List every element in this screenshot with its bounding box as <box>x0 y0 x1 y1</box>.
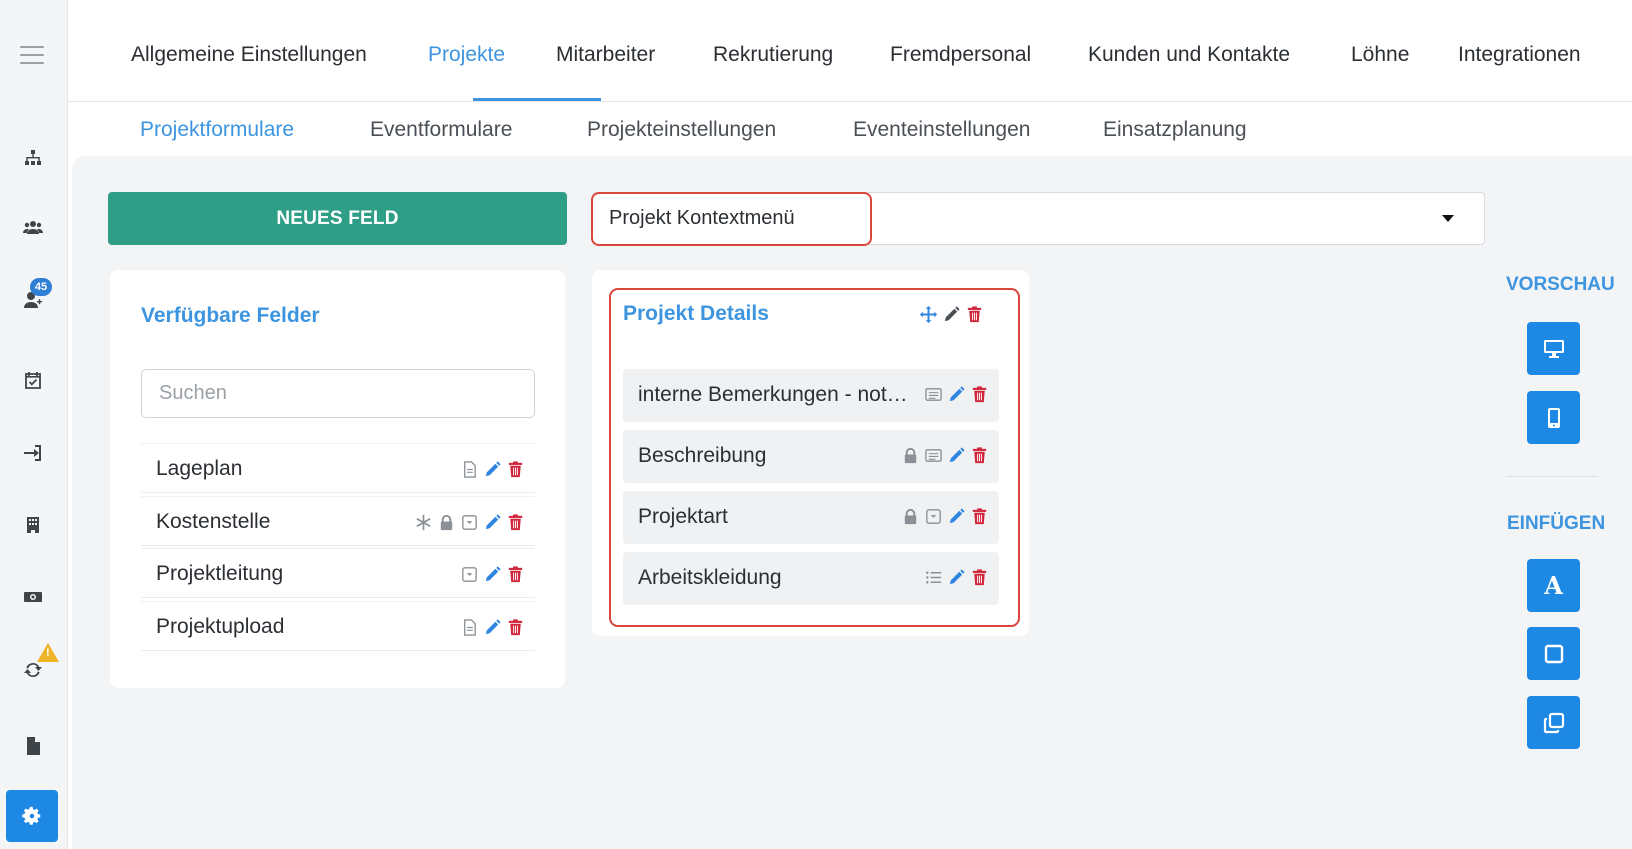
trash-icon[interactable] <box>505 616 525 638</box>
field-label: Beschreibung <box>638 444 767 467</box>
trash-icon[interactable] <box>505 511 525 533</box>
calendar-check-icon[interactable] <box>18 365 48 395</box>
document-icon <box>459 616 479 638</box>
move-icon[interactable] <box>918 303 938 325</box>
detail-row-beschreibung[interactable]: Beschreibung <box>623 430 999 483</box>
main-tab-bar: Allgemeine Einstellungen Projekte Mitarb… <box>68 10 1632 102</box>
field-row-projektupload[interactable]: Projektupload <box>141 601 535 651</box>
field-row-kostenstelle[interactable]: Kostenstelle <box>141 496 535 546</box>
tab-rekrutierung[interactable]: Rekrutierung <box>713 43 833 67</box>
tab-kunden-und-kontakte[interactable]: Kunden und Kontakte <box>1088 43 1290 67</box>
desktop-icon <box>1543 339 1564 358</box>
asterisk-icon <box>413 511 433 533</box>
highlight-box-select <box>591 192 872 246</box>
trash-icon[interactable] <box>969 505 989 527</box>
subtab-projekteinstellungen[interactable]: Projekteinstellungen <box>587 118 776 142</box>
desktop-preview-button[interactable] <box>1527 322 1580 375</box>
search-input[interactable] <box>141 369 535 418</box>
pencil-icon[interactable] <box>482 563 502 585</box>
copy-icon <box>1543 712 1564 733</box>
field-label: Projektupload <box>156 615 285 638</box>
pencil-icon[interactable] <box>482 458 502 480</box>
users-icon[interactable] <box>18 213 48 243</box>
tab-integrationen[interactable]: Integrationen <box>1458 43 1581 67</box>
notification-badge: 45 <box>30 278 52 296</box>
pencil-icon[interactable] <box>941 303 961 325</box>
lock-icon <box>900 505 920 527</box>
pencil-icon[interactable] <box>482 616 502 638</box>
field-label: Arbeitskleidung <box>638 566 782 589</box>
sitemap-icon[interactable] <box>18 143 48 173</box>
sub-tab-bar: Projektformulare Eventformulare Projekte… <box>68 102 1632 156</box>
subtab-eventformulare[interactable]: Eventformulare <box>370 118 512 142</box>
preview-title: VORSCHAU <box>1506 274 1615 295</box>
field-row-lageplan[interactable]: Lageplan <box>141 443 535 493</box>
list-icon <box>923 566 943 588</box>
field-label: Lageplan <box>156 457 243 480</box>
caret-down-icon <box>1442 215 1454 222</box>
detail-row-projektart[interactable]: Projektart <box>623 491 999 544</box>
pencil-icon[interactable] <box>946 444 966 466</box>
insert-box-button[interactable] <box>1527 627 1580 680</box>
available-fields-title: Verfügbare Felder <box>141 304 320 327</box>
subtab-eventeinstellungen[interactable]: Eventeinstellungen <box>853 118 1030 142</box>
dropdown-icon <box>459 563 479 585</box>
trash-icon[interactable] <box>505 563 525 585</box>
gear-icon <box>22 806 41 825</box>
tab-fremdpersonal[interactable]: Fremdpersonal <box>890 43 1031 67</box>
dropdown-icon <box>459 511 479 533</box>
money-icon[interactable] <box>18 582 48 612</box>
text-icon: A <box>1544 571 1563 600</box>
textarea-icon <box>923 383 943 405</box>
trash-icon[interactable] <box>969 566 989 588</box>
sidebar: 45 <box>0 0 68 849</box>
trash-icon[interactable] <box>969 444 989 466</box>
pencil-icon[interactable] <box>946 383 966 405</box>
settings-gear-button[interactable] <box>6 790 58 842</box>
pencil-icon[interactable] <box>946 566 966 588</box>
file-icon[interactable] <box>18 731 48 761</box>
field-label: Projektleitung <box>156 562 284 585</box>
dropdown-icon <box>923 505 943 527</box>
insert-copy-button[interactable] <box>1527 696 1580 749</box>
subtab-projektformulare[interactable]: Projektformulare <box>140 118 294 142</box>
building-icon[interactable] <box>18 510 48 540</box>
trash-icon[interactable] <box>964 303 984 325</box>
tab-projekte[interactable]: Projekte <box>428 43 505 67</box>
pencil-icon[interactable] <box>482 511 502 533</box>
trash-icon[interactable] <box>505 458 525 480</box>
pencil-icon[interactable] <box>946 505 966 527</box>
tab-mitarbeiter[interactable]: Mitarbeiter <box>556 43 655 67</box>
field-label: Kostenstelle <box>156 510 271 533</box>
field-label: Projektart <box>638 505 728 528</box>
section-actions <box>918 303 984 325</box>
tab-allgemeine-einstellungen[interactable]: Allgemeine Einstellungen <box>131 43 367 67</box>
textarea-icon <box>923 444 943 466</box>
mobile-preview-button[interactable] <box>1527 391 1580 444</box>
lock-icon <box>900 444 920 466</box>
detail-row-interne-bemerkungen[interactable]: interne Bemerkungen - notizen <box>623 369 999 422</box>
trash-icon[interactable] <box>969 383 989 405</box>
document-icon <box>459 458 479 480</box>
hamburger-menu-icon[interactable] <box>20 46 44 70</box>
insert-text-button[interactable]: A <box>1527 559 1580 612</box>
tab-loehne[interactable]: Löhne <box>1351 43 1409 67</box>
box-icon <box>1544 644 1563 663</box>
warning-icon <box>37 643 59 662</box>
field-row-projektleitung[interactable]: Projektleitung <box>141 548 535 598</box>
lock-icon <box>436 511 456 533</box>
mobile-icon <box>1547 407 1560 428</box>
insert-title: EINFÜGEN <box>1507 513 1606 534</box>
subtab-einsatzplanung[interactable]: Einsatzplanung <box>1103 118 1247 142</box>
new-field-button[interactable]: NEUES FELD <box>108 192 567 245</box>
project-details-title: Projekt Details <box>623 302 769 325</box>
field-label: interne Bemerkungen - notizen <box>638 383 908 406</box>
right-divider <box>1506 476 1598 477</box>
detail-row-arbeitskleidung[interactable]: Arbeitskleidung <box>623 552 999 605</box>
active-tab-indicator <box>473 98 601 101</box>
sign-in-icon[interactable] <box>18 438 48 468</box>
